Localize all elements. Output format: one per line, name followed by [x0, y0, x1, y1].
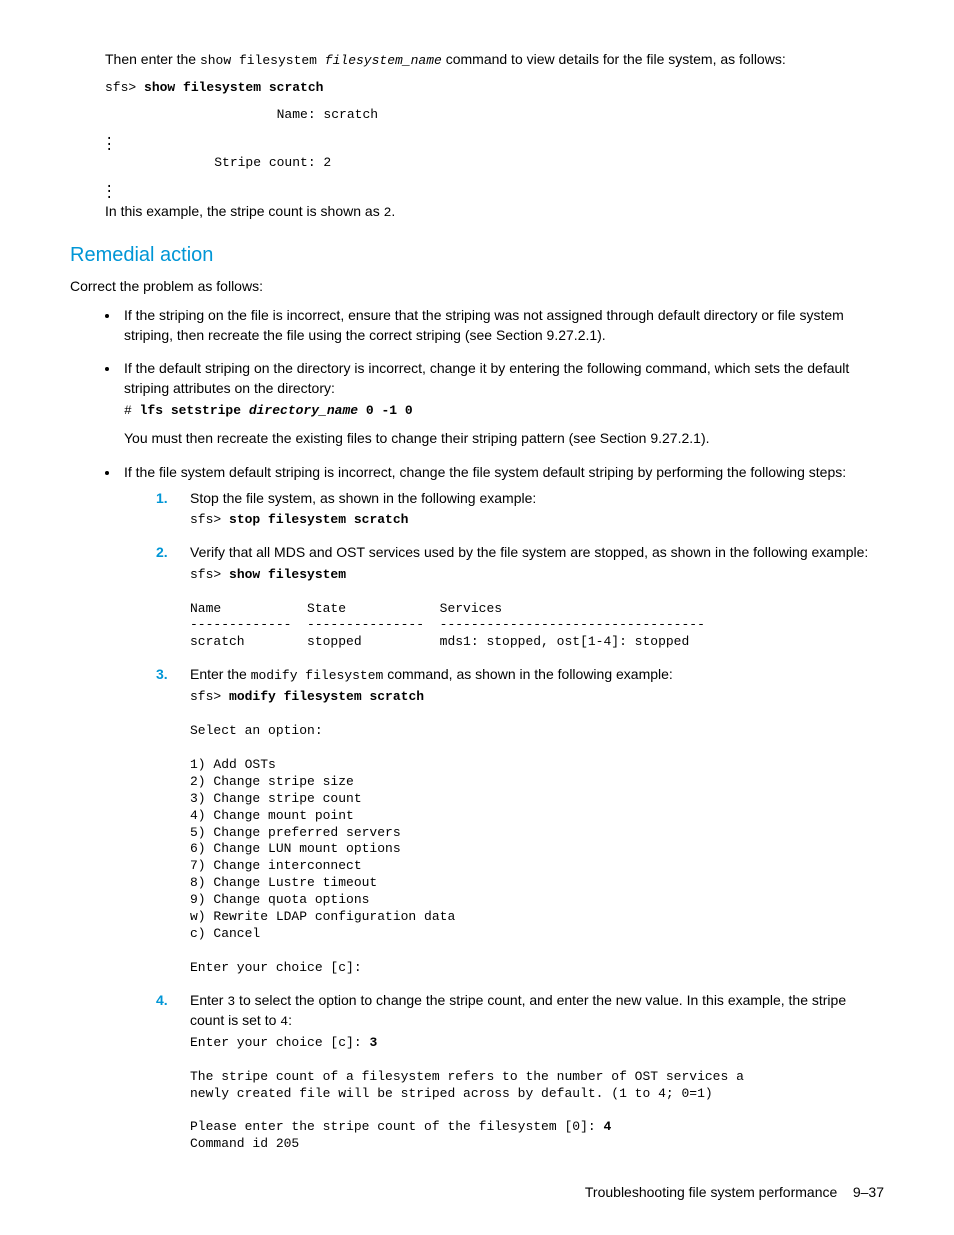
inline-code-arg: filesystem_name: [317, 53, 442, 68]
user-input: 4: [603, 1119, 611, 1134]
page-number: 9–37: [853, 1184, 884, 1200]
prompt: sfs>: [190, 512, 229, 527]
command: show filesystem: [229, 567, 346, 582]
inline-code: show filesystem: [200, 53, 317, 68]
bullet-list: If the striping on the file is incorrect…: [70, 306, 884, 1153]
text: Enter the: [190, 666, 251, 682]
intro-paragraph-1: Then enter the show filesystem filesyste…: [105, 50, 884, 70]
text: command to view details for the file sys…: [442, 51, 786, 67]
prompt: #: [124, 403, 140, 418]
code-block: # lfs setstripe directory_name 0 -1 0: [124, 403, 884, 420]
code-block-1: sfs> show filesystem scratch Name: scrat…: [105, 80, 884, 198]
text: :: [288, 1012, 292, 1028]
text: Then enter the: [105, 51, 200, 67]
command: lfs setstripe: [140, 403, 249, 418]
command: 0 -1 0: [358, 403, 413, 418]
step-item: Enter 3 to select the option to change t…: [156, 991, 884, 1154]
text: Enter: [190, 992, 227, 1008]
command-arg: directory_name: [249, 403, 358, 418]
prompt: sfs>: [190, 567, 229, 582]
text: In this example, the stripe count is sho…: [105, 203, 384, 219]
output: The stripe count of a filesystem refers …: [190, 1069, 744, 1101]
text: If the striping on the file is incorrect…: [124, 307, 844, 343]
text: .: [391, 203, 395, 219]
output-line: Stripe count: 2: [105, 155, 884, 172]
code-block: sfs> modify filesystem scratch Select an…: [190, 689, 884, 976]
text: You must then recreate the existing file…: [124, 430, 710, 446]
output: Enter your choice [c]:: [190, 1035, 369, 1050]
text: Verify that all MDS and OST services use…: [190, 544, 868, 560]
inline-code: 3: [227, 994, 235, 1009]
intro-paragraph-2: In this example, the stripe count is sho…: [105, 202, 884, 222]
step-item: Stop the file system, as shown in the fo…: [156, 489, 884, 529]
text: Stop the file system, as shown in the fo…: [190, 490, 536, 506]
output-line: Name: scratch: [105, 107, 884, 124]
inline-code: 4: [280, 1014, 288, 1029]
code-block: sfs> stop filesystem scratch: [190, 512, 884, 529]
page-footer: Troubleshooting file system performance …: [70, 1183, 884, 1203]
output: Please enter the stripe count of the fil…: [190, 1119, 603, 1134]
ordered-steps: Stop the file system, as shown in the fo…: [156, 489, 884, 1153]
output: Name State Services ------------- ------…: [190, 601, 705, 650]
list-item: If the file system default striping is i…: [120, 463, 884, 1153]
text: If the file system default striping is i…: [124, 464, 846, 480]
list-item: If the striping on the file is incorrect…: [120, 306, 884, 345]
vertical-ellipsis-icon: ...: [105, 134, 884, 151]
text: command, as shown in the following examp…: [383, 666, 672, 682]
command: stop filesystem scratch: [229, 512, 408, 527]
user-input: 3: [369, 1035, 377, 1050]
command: show filesystem scratch: [144, 80, 323, 95]
section-heading: Remedial action: [70, 241, 884, 269]
code-block: sfs> show filesystem Name State Services…: [190, 567, 884, 651]
output: Select an option: 1) Add OSTs 2) Change …: [190, 723, 455, 974]
text: If the default striping on the directory…: [124, 360, 849, 396]
prompt: sfs>: [105, 80, 144, 95]
code-block: Enter your choice [c]: 3 The stripe coun…: [190, 1035, 884, 1153]
output: Command id 205: [190, 1136, 299, 1151]
intro-paragraph-3: Correct the problem as follows:: [70, 277, 884, 297]
inline-code: modify filesystem: [251, 668, 384, 683]
list-item: If the default striping on the directory…: [120, 359, 884, 449]
step-item: Verify that all MDS and OST services use…: [156, 543, 884, 651]
prompt: sfs>: [190, 689, 229, 704]
footer-title: Troubleshooting file system performance: [585, 1184, 837, 1200]
command: modify filesystem scratch: [229, 689, 424, 704]
step-item: Enter the modify filesystem command, as …: [156, 665, 884, 976]
vertical-ellipsis-icon: ...: [105, 182, 884, 199]
